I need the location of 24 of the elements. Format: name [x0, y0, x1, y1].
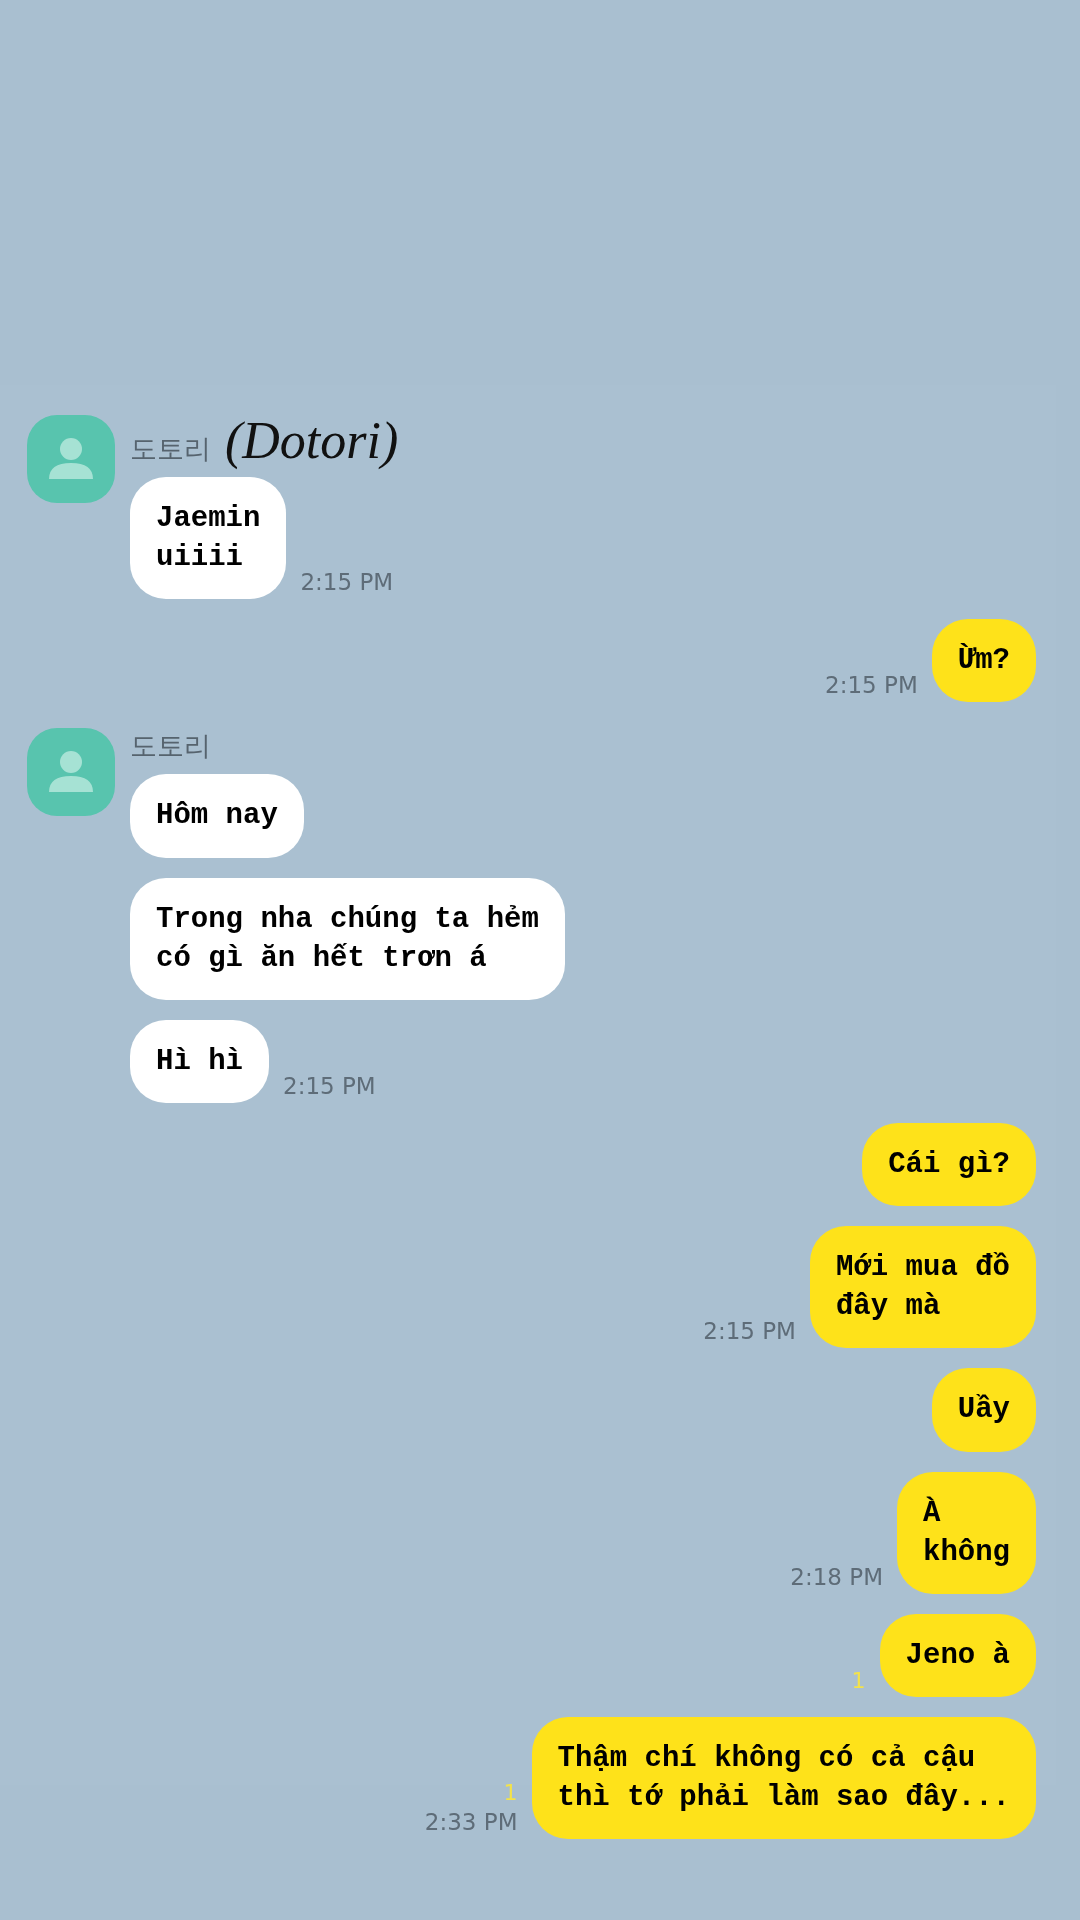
name-annotation: (Dotori) [225, 415, 399, 467]
message-bubble[interactable]: À không [897, 1471, 1036, 1594]
unread-count: 1 [503, 1780, 518, 1806]
sender-name: 도토리 [130, 729, 211, 764]
message-time: 2:15 PM [283, 1073, 376, 1099]
avatar-icon[interactable] [27, 728, 115, 817]
sender-name: 도토리 [130, 432, 211, 466]
message-bubble[interactable]: Mới mua đồ đây mà [809, 1226, 1036, 1349]
message-time: 2:33 PM [424, 1809, 518, 1836]
message-time: 2:15 PM [825, 672, 918, 699]
message-time: 2:18 PM [790, 1563, 883, 1590]
message-bubble[interactable]: Cái gì? [862, 1123, 1036, 1207]
unread-count: 1 [851, 1667, 866, 1693]
message-bubble[interactable]: Uầy [931, 1368, 1036, 1452]
message-bubble[interactable]: Jeno à [879, 1613, 1036, 1697]
message-bubble[interactable]: Hôm nay [130, 774, 304, 858]
message-bubble[interactable]: Jaemin uiiii [130, 477, 287, 600]
message-bubble[interactable]: Ừm? [931, 619, 1036, 703]
message-bubble[interactable]: Thậm chí không có cả cậu thì tớ phải làm sao đây... [531, 1716, 1036, 1840]
message-time: 2:15 PM [703, 1318, 796, 1345]
message-bubble[interactable]: Trong nha chúng ta hẻm có gì ăn hết trơn á [130, 877, 565, 1000]
message-bubble[interactable]: Hì hì [130, 1019, 269, 1103]
avatar-icon[interactable] [27, 415, 115, 503]
message-time: 2:15 PM [300, 569, 394, 596]
